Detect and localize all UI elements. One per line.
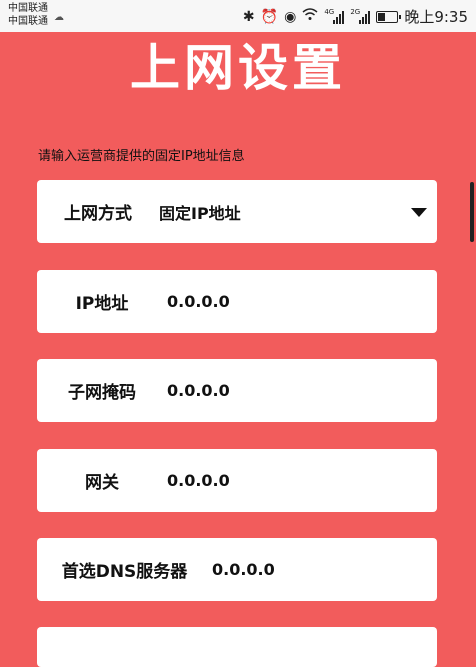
battery-icon: [376, 10, 402, 23]
instruction-text: 请输入运营商提供的固定IP地址信息: [38, 149, 245, 164]
eye-icon: ◉: [284, 8, 297, 25]
subnet-mask-label: 子网掩码: [68, 383, 136, 403]
scrollbar[interactable]: [470, 182, 474, 242]
primary-dns-input[interactable]: 0.0.0.0: [212, 560, 275, 579]
network-type-2: 2G: [350, 7, 361, 16]
dropdown-arrow-icon[interactable]: [411, 208, 427, 217]
wifi-icon: [302, 8, 318, 25]
subnet-mask-input[interactable]: 0.0.0.0: [167, 381, 230, 400]
secondary-dns-field[interactable]: [37, 627, 437, 667]
gateway-label: 网关: [85, 473, 119, 493]
cloud-icon: ☁: [54, 12, 64, 23]
clock: 晚上9:35: [404, 8, 468, 26]
ip-address-field[interactable]: IP地址 0.0.0.0: [37, 270, 437, 333]
carrier-2: 中国联通: [8, 16, 48, 27]
carrier-1: 中国联通: [8, 3, 48, 14]
status-icons: ✱ ⏰ ◉ 4G 2G 晚上9:35: [243, 6, 468, 27]
connection-mode-select[interactable]: 上网方式 固定IP地址: [37, 180, 437, 243]
signal-icon-2: 2G: [350, 7, 371, 24]
primary-dns-label: 首选DNS服务器: [61, 562, 188, 582]
ip-address-input[interactable]: 0.0.0.0: [167, 292, 230, 311]
bluetooth-icon: ✱: [242, 8, 255, 25]
ip-address-label: IP地址: [75, 294, 129, 314]
carrier-info: 中国联通 中国联通: [8, 2, 48, 28]
gateway-input[interactable]: 0.0.0.0: [167, 471, 230, 490]
page-title: 上网设置: [130, 39, 346, 97]
signal-icon-1: 4G: [324, 7, 345, 24]
subnet-mask-field[interactable]: 子网掩码 0.0.0.0: [37, 359, 437, 422]
primary-dns-field[interactable]: 首选DNS服务器 0.0.0.0: [37, 538, 437, 601]
connection-mode-label: 上网方式: [64, 204, 132, 224]
network-type-1: 4G: [324, 7, 335, 16]
connection-mode-value: 固定IP地址: [159, 203, 241, 223]
gateway-field[interactable]: 网关 0.0.0.0: [37, 449, 437, 512]
alarm-icon: ⏰: [260, 8, 279, 25]
